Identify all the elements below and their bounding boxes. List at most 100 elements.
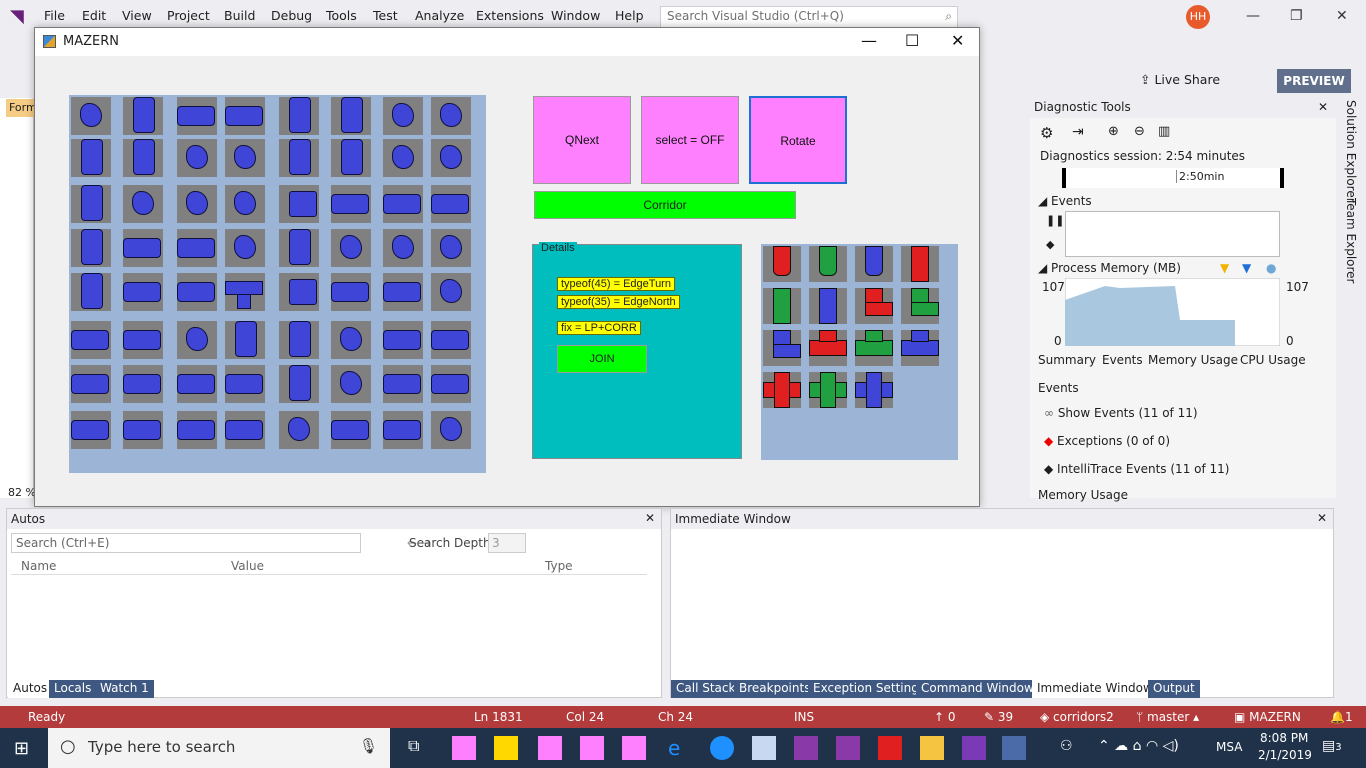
maze-cell[interactable] xyxy=(123,411,163,449)
acrobat-icon[interactable] xyxy=(878,736,902,760)
join-button[interactable]: JOIN xyxy=(557,345,647,373)
menu-debug[interactable]: Debug xyxy=(271,8,312,23)
menu-analyze[interactable]: Analyze xyxy=(415,8,464,23)
maze-cell[interactable] xyxy=(71,365,111,403)
exceptions-row[interactable]: ◆ Exceptions (0 of 0) xyxy=(1044,434,1170,448)
maze-cell[interactable] xyxy=(123,321,163,359)
menu-test[interactable]: Test xyxy=(373,8,398,23)
chart-icon[interactable]: ▥ xyxy=(1158,124,1170,139)
palette-cell[interactable] xyxy=(901,330,939,366)
select-toggle-button[interactable]: select = OFF xyxy=(641,96,739,184)
maze-cell[interactable] xyxy=(383,365,423,403)
maze-cell[interactable] xyxy=(177,365,217,403)
tab-autos[interactable]: Autos xyxy=(8,680,53,698)
events-section[interactable]: ◢ Events xyxy=(1038,194,1092,208)
palette-cell[interactable] xyxy=(855,330,893,366)
tab-command-window[interactable]: Command Window xyxy=(916,680,1039,698)
maze-cell[interactable] xyxy=(383,411,423,449)
mic-icon[interactable]: 🎙 xyxy=(359,737,378,755)
maze-cell[interactable] xyxy=(225,273,265,311)
maze-cell[interactable] xyxy=(225,97,265,135)
zoom-in-icon[interactable]: ⊕ xyxy=(1108,124,1119,139)
show-events-row[interactable]: ∞ Show Events (11 of 11) xyxy=(1044,406,1198,420)
menu-edit[interactable]: Edit xyxy=(82,8,106,23)
maze-grid[interactable] xyxy=(69,95,486,473)
tab-locals[interactable]: Locals xyxy=(49,680,97,698)
menu-project[interactable]: Project xyxy=(167,8,210,23)
maze-cell[interactable] xyxy=(225,229,265,267)
piece-palette[interactable] xyxy=(761,244,958,460)
tab-memory-usage[interactable]: Memory Usage xyxy=(1148,353,1238,367)
people-icon[interactable]: ⚇ xyxy=(1060,738,1073,754)
maze-cell[interactable] xyxy=(431,97,471,135)
tab-cpu-usage[interactable]: CPU Usage xyxy=(1240,353,1306,367)
project-icon[interactable]: ▣ MAZERN xyxy=(1234,710,1301,724)
maze-cell[interactable] xyxy=(279,97,319,135)
maze-cell[interactable] xyxy=(279,365,319,403)
maze-cell[interactable] xyxy=(177,321,217,359)
menu-tools[interactable]: Tools xyxy=(326,8,357,23)
palette-cell[interactable] xyxy=(763,372,801,408)
autos-close-icon[interactable]: ✕ xyxy=(645,511,655,525)
tab-call-stack[interactable]: Call Stack xyxy=(671,680,741,698)
palette-cell[interactable] xyxy=(763,246,801,282)
maze-cell[interactable] xyxy=(331,139,371,177)
menu-extensions[interactable]: Extensions xyxy=(476,8,544,23)
clock-date[interactable]: 2/1/2019 xyxy=(1258,748,1312,762)
maze-cell[interactable] xyxy=(331,411,371,449)
edge-icon[interactable]: e xyxy=(668,736,692,760)
maze-cell[interactable] xyxy=(71,229,111,267)
vs-search-input[interactable]: Search Visual Studio (Ctrl+Q) ⌕ xyxy=(660,6,958,28)
maze-cell[interactable] xyxy=(279,321,319,359)
maze-cell[interactable] xyxy=(279,185,319,223)
maze-cell[interactable] xyxy=(431,365,471,403)
maze-cell[interactable] xyxy=(71,411,111,449)
maze-cell[interactable] xyxy=(225,365,265,403)
maze-cell[interactable] xyxy=(431,229,471,267)
maze-cell[interactable] xyxy=(123,229,163,267)
vs-alt-icon[interactable] xyxy=(794,736,818,760)
branch-icon[interactable]: ᛘ master ▴ xyxy=(1136,710,1199,724)
gear-icon[interactable]: ⚙ xyxy=(1040,124,1053,142)
minimize-icon[interactable]: — xyxy=(1246,8,1260,24)
tray-chevron-icon[interactable]: ⌃ ☁ ⌂ ◠ ◁) xyxy=(1098,738,1179,754)
tab-breakpoints[interactable]: Breakpoints xyxy=(734,680,816,698)
diag-close-icon[interactable]: ✕ xyxy=(1318,100,1328,114)
col-type[interactable]: Type xyxy=(545,559,573,573)
timeline-ruler[interactable] xyxy=(1062,168,1284,188)
maze-cell[interactable] xyxy=(279,139,319,177)
preview-button[interactable]: PREVIEW xyxy=(1277,69,1351,93)
solution-explorer-tab[interactable]: Solution Explorer xyxy=(1344,100,1358,203)
maze-cell[interactable] xyxy=(383,321,423,359)
app-icon-5[interactable] xyxy=(622,736,646,760)
maze-cell[interactable] xyxy=(123,185,163,223)
mazern-minimize-icon[interactable]: — xyxy=(861,31,877,50)
maze-cell[interactable] xyxy=(431,273,471,311)
maze-cell[interactable] xyxy=(123,273,163,311)
app-icon-1[interactable] xyxy=(452,736,476,760)
maze-cell[interactable] xyxy=(225,185,265,223)
maze-cell[interactable] xyxy=(331,229,371,267)
palette-cell[interactable] xyxy=(809,372,847,408)
palette-cell[interactable] xyxy=(855,288,893,324)
palette-cell[interactable] xyxy=(809,330,847,366)
tab-immediate-window[interactable]: Immediate Window xyxy=(1032,680,1158,698)
maze-cell[interactable] xyxy=(383,185,423,223)
palette-cell[interactable] xyxy=(763,330,801,366)
col-name[interactable]: Name xyxy=(21,559,56,573)
maze-cell[interactable] xyxy=(383,229,423,267)
team-explorer-tab[interactable]: Team Explorer xyxy=(1344,198,1358,284)
maze-cell[interactable] xyxy=(177,185,217,223)
palette-cell[interactable] xyxy=(901,246,939,282)
maze-cell[interactable] xyxy=(383,273,423,311)
tab-watch-1[interactable]: Watch 1 xyxy=(95,680,154,698)
maze-cell[interactable] xyxy=(123,97,163,135)
zoom-out-icon[interactable]: ⊖ xyxy=(1134,124,1145,139)
maze-cell[interactable] xyxy=(177,139,217,177)
avatar[interactable]: HH xyxy=(1186,5,1210,29)
palette-cell[interactable] xyxy=(901,288,939,324)
export-icon[interactable]: ⇥ xyxy=(1072,124,1084,140)
immediate-input-area[interactable] xyxy=(673,531,1313,691)
language-indicator[interactable]: MSA xyxy=(1216,740,1242,754)
notification-icon[interactable]: 🔔1 xyxy=(1330,710,1353,724)
